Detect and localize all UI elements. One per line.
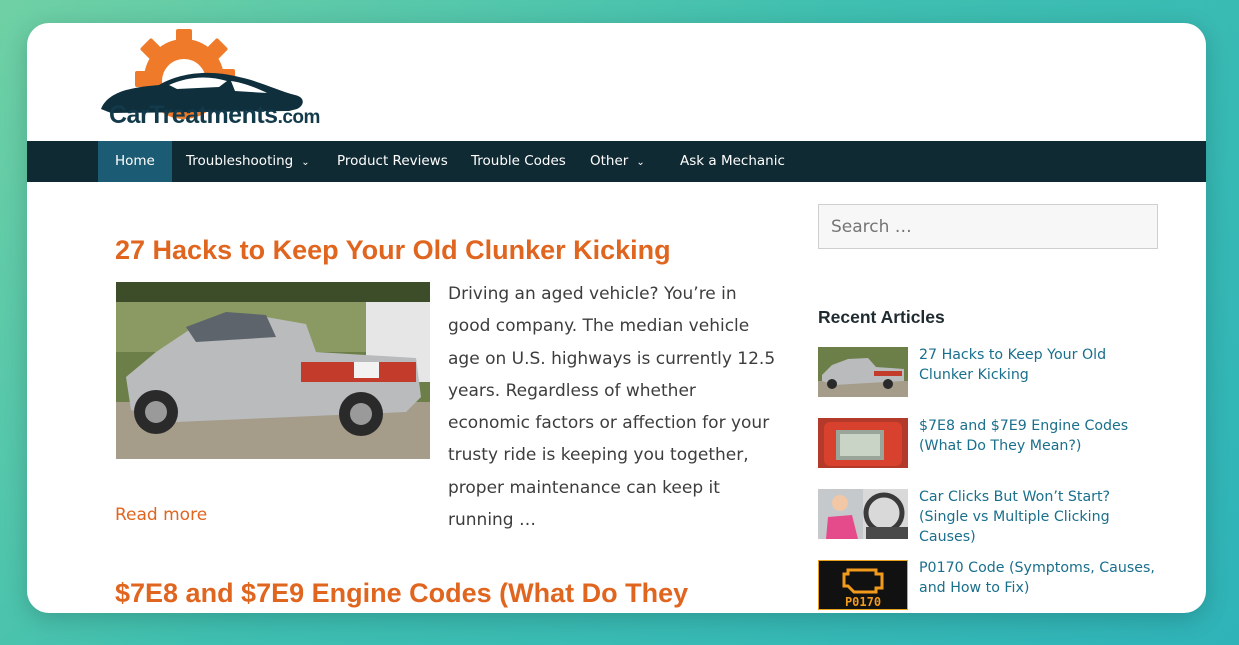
main-nav: Home Troubleshooting ⌄ Product Reviews Tr… [27, 141, 1206, 182]
recent-article-link[interactable]: $7E8 and $7E9 Engine Codes (What Do They… [919, 416, 1159, 456]
nav-other[interactable]: Other ⌄ [573, 141, 662, 182]
recent-article-item[interactable]: 27 Hacks to Keep Your Old Clunker Kickin… [818, 347, 1163, 403]
search-input[interactable] [818, 204, 1158, 249]
recent-article-item[interactable]: $7E8 and $7E9 Engine Codes (What Do They… [818, 418, 1163, 474]
recent-article-thumbnail[interactable] [818, 418, 908, 468]
recent-article-link[interactable]: Car Clicks But Won’t Start? (Single vs M… [919, 487, 1159, 547]
nav-troubleshooting[interactable]: Troubleshooting ⌄ [169, 141, 327, 182]
recent-article-link[interactable]: 27 Hacks to Keep Your Old Clunker Kickin… [919, 345, 1159, 385]
recent-article-item[interactable]: Car Clicks But Won’t Start? (Single vs M… [818, 489, 1163, 545]
read-more-link[interactable]: Read more [115, 505, 207, 525]
post-excerpt: Driving an aged vehicle? You’re in good … [448, 284, 776, 531]
nav-product-reviews[interactable]: Product Reviews [320, 141, 465, 182]
svg-text:P0170: P0170 [845, 595, 881, 609]
site-logo[interactable]: CarTreatments.com [99, 29, 329, 133]
post-title[interactable]: 27 Hacks to Keep Your Old Clunker Kickin… [115, 235, 671, 266]
recent-article-thumbnail[interactable]: P0170 [818, 560, 908, 610]
recent-article-thumbnail[interactable] [818, 489, 908, 539]
chevron-down-icon: ⌄ [301, 157, 310, 168]
nav-home[interactable]: Home [98, 141, 172, 182]
nav-trouble-codes[interactable]: Trouble Codes [454, 141, 583, 182]
logo-text: CarTreatments.com [109, 101, 320, 129]
recent-article-thumbnail[interactable] [818, 347, 908, 397]
recent-article-link[interactable]: P0170 Code (Symptoms, Causes, and How to… [919, 558, 1159, 598]
browser-window: CarTreatments.com Home Troubleshooting ⌄ … [27, 23, 1206, 613]
recent-articles-title: Recent Articles [818, 307, 945, 327]
recent-article-item[interactable]: P0170 P0170 Code (Symptoms, Causes, and … [818, 560, 1163, 613]
chevron-down-icon: ⌄ [636, 157, 645, 168]
nav-ask-a-mechanic[interactable]: Ask a Mechanic [663, 141, 802, 182]
post-title[interactable]: $7E8 and $7E9 Engine Codes (What Do They [115, 578, 688, 609]
post-thumbnail[interactable] [116, 282, 430, 459]
